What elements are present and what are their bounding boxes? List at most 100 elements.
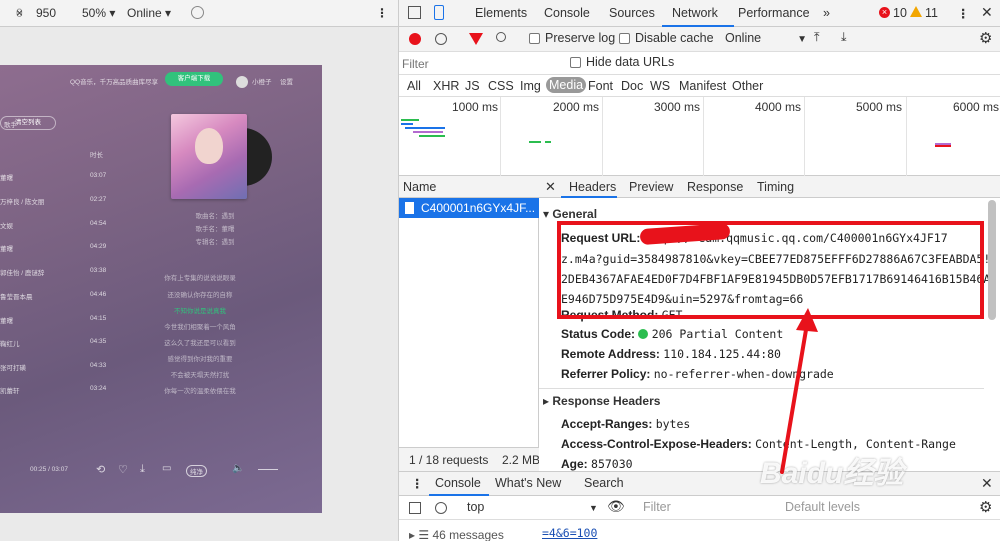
clear-console-icon[interactable] <box>435 502 447 514</box>
export-har-icon[interactable]: ⤓ <box>841 30 847 45</box>
drawer-menu-icon[interactable]: ⋮ <box>411 476 424 491</box>
type-xhr[interactable]: XHR <box>433 79 459 93</box>
download-client-button[interactable]: 客户端下载 <box>165 72 223 86</box>
clear-icon[interactable] <box>435 33 447 45</box>
general-section-toggle[interactable]: ▾ General <box>543 207 597 221</box>
tab-sources[interactable]: Sources <box>609 6 655 20</box>
drawer-tab-search[interactable]: Search <box>584 476 624 490</box>
detail-scrollbar[interactable] <box>988 200 996 320</box>
like-icon[interactable]: ♡ <box>118 463 128 476</box>
song-singer[interactable]: 鞠红儿 <box>0 338 20 348</box>
song-singer[interactable]: 凯蕾轩 <box>0 385 20 395</box>
name-column-header[interactable]: Name <box>399 176 539 198</box>
song-singer[interactable]: 郭佳怡 / 鹿谜辞 <box>0 267 44 277</box>
type-other[interactable]: Other <box>732 79 763 93</box>
search-icon[interactable] <box>496 32 506 42</box>
close-detail-icon[interactable]: ✕ <box>545 179 556 195</box>
response-headers-toggle[interactable]: ▸ Response Headers <box>543 394 660 408</box>
console-filter-input[interactable]: Filter <box>643 500 671 514</box>
song-singer[interactable]: 万梓良 / 陈文丽 <box>0 196 44 206</box>
console-link[interactable]: =4&6=100 <box>542 526 597 540</box>
live-expression-icon[interactable]: 👁 <box>607 498 625 515</box>
loop-icon[interactable]: ⟲ <box>96 463 105 476</box>
song-singer[interactable]: 董曙 <box>0 315 13 325</box>
tab-response[interactable]: Response <box>687 180 743 194</box>
type-css[interactable]: CSS <box>488 79 514 93</box>
username[interactable]: 小橙子 <box>252 76 272 86</box>
console-settings-icon[interactable]: ⚙ <box>979 498 992 516</box>
transferred-size: 2.2 MB <box>502 453 541 467</box>
lyric-line-active: 不知你说是说真我 <box>174 308 226 315</box>
settings-link[interactable]: 设置 <box>280 76 293 86</box>
zoom-select[interactable]: 50% ▾ <box>82 6 115 20</box>
rotate-icon[interactable] <box>191 6 204 19</box>
close-drawer-icon[interactable]: ✕ <box>981 475 993 492</box>
tab-console[interactable]: Console <box>544 6 590 20</box>
preserve-log-checkbox[interactable] <box>529 33 540 44</box>
more-tabs-icon[interactable]: » <box>823 6 830 20</box>
tab-network[interactable]: Network <box>672 6 718 20</box>
request-bar <box>529 141 541 143</box>
tab-elements[interactable]: Elements <box>475 6 527 20</box>
table-row[interactable]: C400001n6GYx4JF... <box>399 198 539 218</box>
type-manifest[interactable]: Manifest <box>679 79 726 93</box>
sidebar-toggle-icon[interactable] <box>409 502 421 514</box>
close-devtools-icon[interactable]: ✕ <box>981 4 993 21</box>
type-js[interactable]: JS <box>465 79 480 93</box>
more-options-icon[interactable]: ⋮ <box>376 6 388 20</box>
song-singer[interactable]: 文娱 <box>0 220 13 230</box>
context-select[interactable]: top <box>467 500 484 514</box>
drawer-tab-whats-new[interactable]: What's New <box>495 476 561 490</box>
throttle-select[interactable]: Online ▼ <box>725 31 807 45</box>
customize-menu-icon[interactable]: ⋮ <box>957 6 970 21</box>
clear-list-button[interactable]: 清空列表 <box>0 116 56 130</box>
type-all[interactable]: All <box>407 79 421 93</box>
device-toggle-icon[interactable] <box>434 5 444 20</box>
song-singer[interactable]: 鲁莹晋本晨 <box>0 291 33 301</box>
network-settings-icon[interactable]: ⚙ <box>979 29 992 47</box>
download-icon[interactable]: ⤓ <box>140 463 145 476</box>
filter-input[interactable] <box>402 55 552 72</box>
song-time: 04:29 <box>90 243 107 250</box>
disable-cache-checkbox[interactable] <box>619 33 630 44</box>
network-select[interactable]: Online ▾ <box>127 6 171 20</box>
error-icon[interactable]: × <box>879 7 890 18</box>
import-har-icon[interactable]: ⤒ <box>814 30 820 45</box>
filter-icon[interactable] <box>469 33 483 45</box>
drawer-tab-console[interactable]: Console <box>435 476 481 490</box>
request-name[interactable]: C400001n6GYx4JF... <box>421 201 535 215</box>
volume-icon[interactable]: 🔈 <box>232 463 244 474</box>
song-singer[interactable]: 张可打磺 <box>0 362 26 372</box>
context-dropdown-icon[interactable]: ▼ <box>589 503 598 513</box>
preserve-log-label: Preserve log <box>545 31 616 45</box>
tick-gridline <box>602 97 603 176</box>
timeline-overview[interactable]: 1000 ms 2000 ms 3000 ms 4000 ms 5000 ms … <box>399 97 1000 176</box>
log-levels-select[interactable]: Default levels <box>785 500 860 514</box>
song-singer[interactable]: 董曙 <box>0 172 13 182</box>
inspect-element-icon[interactable] <box>408 6 421 19</box>
tab-preview[interactable]: Preview <box>629 180 673 194</box>
error-count[interactable]: 10 <box>893 6 907 20</box>
record-icon[interactable] <box>409 33 421 45</box>
name-header-label: Name <box>403 180 437 194</box>
comment-icon[interactable]: ▭ <box>162 463 171 474</box>
hide-data-urls-checkbox[interactable] <box>570 57 581 68</box>
type-img[interactable]: Img <box>520 79 541 93</box>
type-font[interactable]: Font <box>588 79 613 93</box>
messages-group[interactable]: ▸ ☰ 46 messages <box>409 528 504 541</box>
tab-timing[interactable]: Timing <box>757 180 794 194</box>
quality-toggle[interactable]: 纯净 <box>186 465 207 477</box>
type-ws[interactable]: WS <box>650 79 670 93</box>
avatar[interactable] <box>236 76 248 88</box>
warning-count[interactable]: 11 <box>925 6 938 20</box>
type-doc[interactable]: Doc <box>621 79 643 93</box>
drawer-tabbar: ⋮ Console What's New Search ✕ <box>399 472 1000 496</box>
warning-icon[interactable] <box>910 6 922 17</box>
volume-slider[interactable] <box>258 469 278 470</box>
height-field[interactable]: 950 <box>36 6 56 20</box>
tab-performance[interactable]: Performance <box>738 6 810 20</box>
type-media[interactable]: Media <box>546 77 587 93</box>
song-singer[interactable]: 董曙 <box>0 243 13 253</box>
request-bar <box>419 135 445 137</box>
tab-headers[interactable]: Headers <box>569 180 616 194</box>
